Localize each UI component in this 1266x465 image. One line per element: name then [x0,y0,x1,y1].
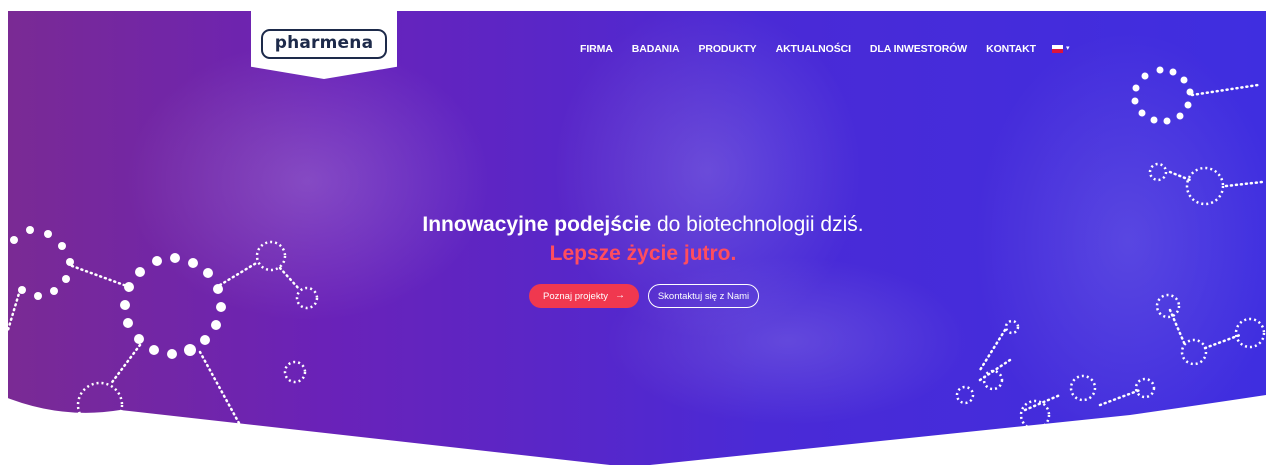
hero-headline-bold: Innowacyjne podejście [422,213,652,236]
hero-subline: Lepsze życie jutro. [549,242,737,265]
chevron-down-icon: ▾ [1065,45,1070,52]
nav-item-kontakt[interactable]: KONTAKT [986,43,1036,55]
main-navigation: FIRMA BADANIA PRODUKTY AKTUALNOŚCI DLA I… [580,41,1069,57]
hero-headline-rest: do biotechnologii dziś. [651,213,864,236]
contact-us-button[interactable]: Skontaktuj się z Nami [648,284,759,308]
logo-text: pharmena [260,29,388,59]
nav-item-aktualnosci[interactable]: AKTUALNOŚCI [776,43,851,55]
explore-projects-button[interactable]: Poznaj projekty → [529,284,639,308]
hero-section [8,11,1266,465]
polish-flag-icon [1051,45,1063,53]
explore-projects-label: Poznaj projekty [543,290,608,302]
nav-item-firma[interactable]: FIRMA [580,43,613,55]
arrow-right-icon: → [614,290,625,301]
language-switcher[interactable]: ▾ [1051,45,1070,53]
contact-us-label: Skontaktuj się z Nami [657,290,750,302]
nav-item-badania[interactable]: BADANIA [632,43,680,55]
nav-item-dla-inwestorow[interactable]: DLA INWESTORÓW [870,43,967,55]
logo-badge[interactable]: pharmena [251,11,397,79]
hero-headline: Innowacyjne podejście do biotechnologii … [0,212,1266,238]
nav-item-produkty[interactable]: PRODUKTY [698,43,756,55]
